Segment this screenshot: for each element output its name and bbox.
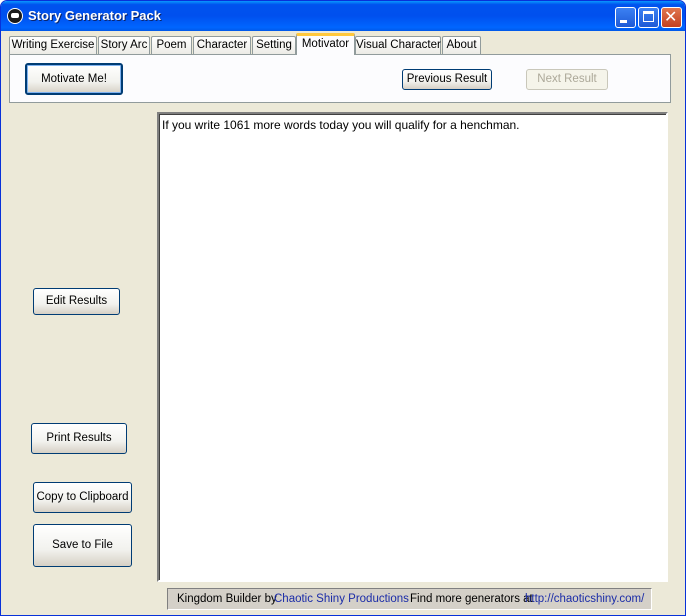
maximize-button[interactable] bbox=[638, 7, 659, 28]
tab-story-arc[interactable]: Story Arc bbox=[98, 36, 150, 54]
status-bar: Kingdom Builder by Chaotic Shiny Product… bbox=[167, 588, 652, 610]
motivator-tab-panel: Motivate Me! Previous Result Next Result bbox=[9, 54, 671, 103]
window-title: Story Generator Pack bbox=[28, 8, 161, 23]
motivate-me-button[interactable]: Motivate Me! bbox=[25, 63, 123, 95]
tab-visual-character[interactable]: Visual Character bbox=[355, 36, 441, 54]
next-result-button[interactable]: Next Result bbox=[526, 69, 608, 90]
app-window: Story Generator Pack ✕ Writing Exercise … bbox=[0, 0, 686, 616]
tab-character[interactable]: Character bbox=[193, 36, 251, 54]
save-to-file-button[interactable]: Save to File bbox=[33, 524, 132, 567]
copy-to-clipboard-button[interactable]: Copy to Clipboard bbox=[33, 482, 132, 513]
tab-poem[interactable]: Poem bbox=[151, 36, 192, 54]
maximize-icon bbox=[643, 11, 654, 22]
close-icon: ✕ bbox=[664, 9, 678, 26]
chaoticshiny-url-link[interactable]: http://chaoticshiny.com/ bbox=[525, 589, 644, 609]
close-button[interactable]: ✕ bbox=[661, 7, 682, 28]
tab-writing-exercise[interactable]: Writing Exercise bbox=[9, 36, 97, 54]
chaotic-shiny-link[interactable]: Chaotic Shiny Productions bbox=[274, 589, 409, 609]
tab-setting[interactable]: Setting bbox=[252, 36, 296, 54]
edit-results-button[interactable]: Edit Results bbox=[33, 288, 120, 315]
status-prefix: Kingdom Builder by bbox=[177, 593, 277, 605]
tab-motivator[interactable]: Motivator bbox=[296, 33, 355, 55]
minimize-icon bbox=[620, 20, 627, 23]
status-more-text: Find more generators at bbox=[410, 593, 533, 605]
minimize-button[interactable] bbox=[615, 7, 636, 28]
tab-about[interactable]: About bbox=[442, 36, 481, 54]
result-text: If you write 1061 more words today you w… bbox=[162, 118, 520, 132]
results-text-area[interactable]: If you write 1061 more words today you w… bbox=[157, 112, 668, 582]
print-results-button[interactable]: Print Results bbox=[31, 423, 127, 454]
app-logo-icon bbox=[7, 8, 23, 24]
title-bar[interactable]: Story Generator Pack ✕ bbox=[1, 1, 685, 31]
previous-result-button[interactable]: Previous Result bbox=[402, 69, 492, 90]
